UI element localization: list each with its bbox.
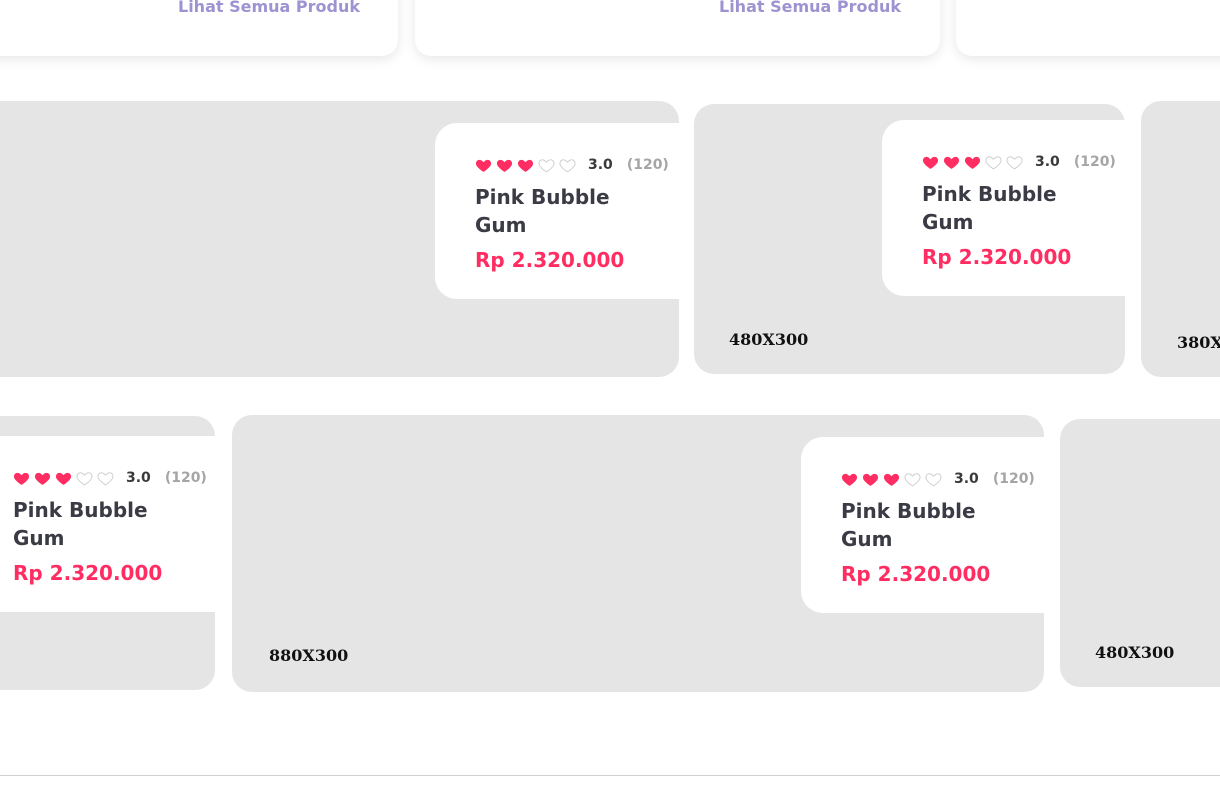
heart-filled-icon (475, 157, 492, 174)
banner-product-5[interactable]: 3.0 (120) Pink Bubble Gum Rp 2.320.000 8… (232, 415, 1044, 692)
heart-filled-icon (862, 471, 879, 488)
banner-product-3[interactable]: 380X300 (1141, 101, 1220, 377)
heart-filled-icon (55, 470, 72, 487)
rating-hearts: 3.0 (120) (841, 468, 1035, 490)
view-all-products-link[interactable]: Lihat Semua Produk (719, 0, 901, 17)
review-count: (120) (1073, 154, 1116, 170)
product-card[interactable]: 3.0 (120) Pink Bubble Gum Rp 2.320.000 (0, 436, 215, 612)
rating-hearts: 3.0 (120) (922, 151, 1116, 173)
view-all-products-link[interactable]: Lihat Semua Produk (178, 0, 360, 17)
product-name[interactable]: Pink Bubble Gum (841, 497, 991, 553)
product-price: Rp 2.320.000 (922, 245, 1072, 269)
review-count: (120) (164, 470, 207, 486)
rating-hearts: 3.0 (120) (475, 154, 669, 176)
banner-size-label: 380X300 (1177, 333, 1220, 352)
heart-filled-icon (922, 154, 939, 171)
product-name[interactable]: Pink Bubble Gum (475, 183, 625, 239)
rating-score: 3.0 (588, 157, 613, 173)
heart-empty-icon (559, 157, 576, 174)
rating-score: 3.0 (1035, 154, 1060, 170)
banner-product-4[interactable]: 3.0 (120) Pink Bubble Gum Rp 2.320.000 (0, 416, 215, 690)
heart-empty-icon (985, 154, 1002, 171)
rating-hearts: 3.0 (120) (13, 467, 207, 489)
heart-filled-icon (883, 471, 900, 488)
heart-filled-icon (841, 471, 858, 488)
product-price: Rp 2.320.000 (841, 562, 991, 586)
heart-filled-icon (943, 154, 960, 171)
heart-empty-icon (97, 470, 114, 487)
product-card[interactable]: 3.0 (120) Pink Bubble Gum Rp 2.320.000 (882, 120, 1125, 296)
collection-card-1: Lihat Semua Produk (0, 0, 398, 56)
product-card[interactable]: 3.0 (120) Pink Bubble Gum Rp 2.320.000 (435, 123, 679, 299)
heart-filled-icon (964, 154, 981, 171)
product-price: Rp 2.320.000 (13, 561, 163, 585)
banner-product-2[interactable]: 3.0 (120) Pink Bubble Gum Rp 2.320.000 4… (694, 104, 1125, 374)
product-price: Rp 2.320.000 (475, 248, 625, 272)
product-name[interactable]: Pink Bubble Gum (922, 180, 1072, 236)
banner-size-label: 480X300 (1095, 643, 1175, 662)
banner-size-label: 880X300 (269, 646, 349, 665)
banner-size-label: 480X300 (729, 330, 809, 349)
footer-divider (0, 775, 1220, 776)
heart-empty-icon (76, 470, 93, 487)
banner-product-1[interactable]: 3.0 (120) Pink Bubble Gum Rp 2.320.000 (0, 101, 679, 377)
product-card[interactable]: 3.0 (120) Pink Bubble Gum Rp 2.320.000 (801, 437, 1044, 613)
review-count: (120) (626, 157, 669, 173)
collection-card-2: Lihat Semua Produk (415, 0, 940, 56)
heart-empty-icon (925, 471, 942, 488)
collection-card-3 (956, 0, 1220, 56)
heart-empty-icon (538, 157, 555, 174)
heart-filled-icon (496, 157, 513, 174)
review-count: (120) (992, 471, 1035, 487)
heart-filled-icon (517, 157, 534, 174)
heart-empty-icon (904, 471, 921, 488)
heart-empty-icon (1006, 154, 1023, 171)
product-name[interactable]: Pink Bubble Gum (13, 496, 163, 552)
rating-score: 3.0 (126, 470, 151, 486)
banner-product-6[interactable]: 480X300 (1060, 419, 1220, 687)
heart-filled-icon (13, 470, 30, 487)
rating-score: 3.0 (954, 471, 979, 487)
heart-filled-icon (34, 470, 51, 487)
